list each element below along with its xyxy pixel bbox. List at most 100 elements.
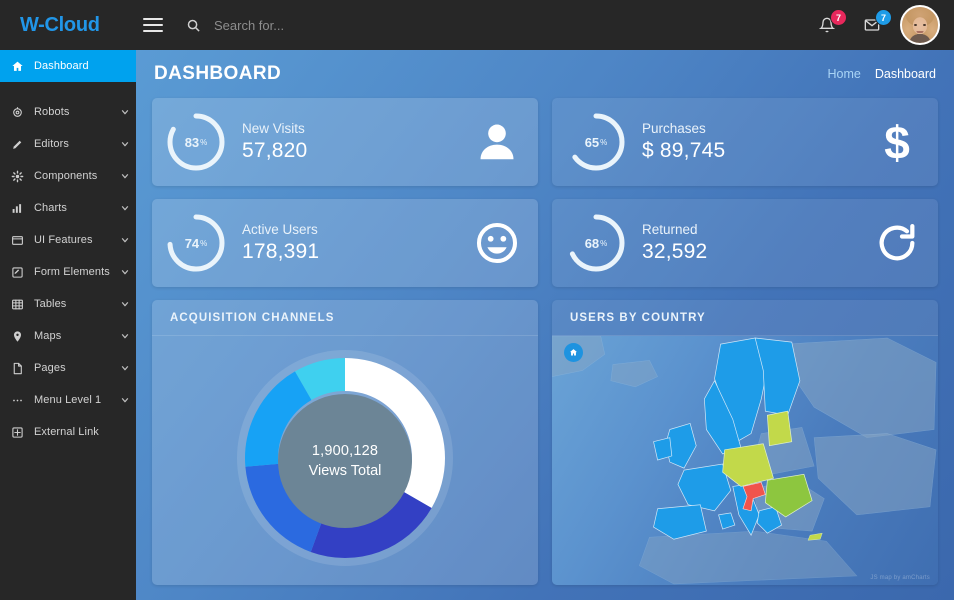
progress-percent: 83%	[164, 110, 228, 174]
sidebar-item-maps[interactable]: Maps	[0, 320, 136, 352]
progress-ring: 74%	[164, 211, 228, 275]
sidebar-item-dashboard[interactable]: Dashboard	[0, 50, 136, 82]
page-title: DASHBOARD	[154, 63, 281, 85]
notifications-button[interactable]: 7	[810, 8, 844, 42]
stat-text: Returned32,592	[642, 221, 874, 265]
sidebar-item-label: Editors	[34, 138, 114, 150]
svg-text:$: $	[884, 119, 910, 165]
breadcrumb-current: Dashboard	[875, 67, 936, 81]
progress-ring: 65%	[564, 110, 628, 174]
sidebar-item-label: Menu Level 1	[34, 394, 114, 406]
search-area	[186, 14, 810, 37]
sidebar-item-menu-level-1[interactable]: Menu Level 1	[0, 384, 136, 416]
gear-icon	[0, 170, 34, 183]
main-content: DASHBOARD Home Dashboard 83% New Visits57…	[136, 50, 954, 600]
chevron-down-icon[interactable]	[114, 363, 136, 373]
stat-text: Purchases$ 89,745	[642, 120, 874, 164]
chevron-down-icon[interactable]	[114, 331, 136, 341]
brand-logo[interactable]: W-Cloud	[0, 0, 136, 50]
percent-symbol: %	[600, 239, 607, 248]
map-home-icon[interactable]	[564, 343, 583, 362]
hamburger-bar	[143, 30, 163, 32]
sidebar-item-robots[interactable]: Robots	[0, 96, 136, 128]
window-icon	[0, 234, 34, 247]
sidebar-item-label: Charts	[34, 202, 114, 214]
europe-map[interactable]: JS map by amCharts	[552, 336, 938, 585]
page-header: DASHBOARD Home Dashboard	[136, 50, 954, 98]
sidebar-item-label: Components	[34, 170, 114, 182]
progress-ring: 68%	[564, 211, 628, 275]
donut-center-label: 1,900,128 Views Total	[278, 394, 412, 528]
notifications-badge: 7	[830, 9, 847, 26]
panel-users-by-country: USERS BY COUNTRY	[552, 300, 938, 585]
stat-label: Active Users	[242, 221, 474, 239]
map-attribution: JS map by amCharts	[870, 575, 930, 581]
table-grid-icon	[0, 298, 34, 311]
sidebar-item-tables[interactable]: Tables	[0, 288, 136, 320]
percent-symbol: %	[200, 138, 207, 147]
chevron-down-icon[interactable]	[114, 107, 136, 117]
chevron-down-icon[interactable]	[114, 395, 136, 405]
sidebar-item-label: Robots	[34, 106, 114, 118]
panel-title-acquisition: ACQUISITION CHANNELS	[152, 300, 538, 336]
progress-percent-value: 65	[585, 135, 599, 150]
bar-chart-icon	[0, 202, 34, 215]
sidebar-item-form-elements[interactable]: Form Elements	[0, 256, 136, 288]
stat-value: 32,592	[642, 239, 874, 265]
sidebar-item-pages[interactable]: Pages	[0, 352, 136, 384]
progress-percent: 65%	[564, 110, 628, 174]
stat-label: Purchases	[642, 120, 874, 138]
search-input[interactable]	[214, 14, 514, 37]
sidebar-item-editors[interactable]: Editors	[0, 128, 136, 160]
sidebar-item-label: Pages	[34, 362, 114, 374]
chevron-down-icon[interactable]	[114, 267, 136, 277]
progress-percent-value: 74	[185, 236, 199, 251]
country-map-body: JS map by amCharts	[552, 336, 938, 585]
stat-card-new-visits[interactable]: 83% New Visits57,820	[152, 98, 538, 186]
chevron-down-icon[interactable]	[114, 203, 136, 213]
messages-button[interactable]: 7	[855, 8, 889, 42]
messages-badge: 7	[875, 9, 892, 26]
chevron-down-icon[interactable]	[114, 235, 136, 245]
stat-text: New Visits57,820	[242, 120, 474, 164]
donut-center-value: 1,900,128	[312, 441, 378, 461]
sidebar-spacer	[0, 82, 136, 89]
sidebar-item-label: Dashboard	[34, 60, 114, 72]
smiley-icon	[474, 220, 520, 266]
percent-symbol: %	[200, 239, 207, 248]
body-row: Dashboard Robots Editors Components Charts UI…	[0, 50, 954, 600]
breadcrumb-home[interactable]: Home	[828, 67, 861, 81]
stat-card-active-users[interactable]: 74% Active Users178,391	[152, 199, 538, 287]
progress-ring: 83%	[164, 110, 228, 174]
progress-percent: 74%	[164, 211, 228, 275]
chevron-down-icon[interactable]	[114, 171, 136, 181]
map-shapes	[552, 336, 938, 585]
map-pin-icon	[0, 330, 34, 343]
sidebar-item-ui-features[interactable]: UI Features	[0, 224, 136, 256]
hamburger-bar	[143, 24, 163, 26]
person-icon	[474, 119, 520, 165]
hamburger-menu-icon[interactable]	[136, 0, 170, 50]
sidebar-item-label: Form Elements	[34, 266, 114, 278]
external-link-icon	[0, 426, 34, 439]
sidebar-item-charts[interactable]: Charts	[0, 192, 136, 224]
donut-chart[interactable]: 1,900,128 Views Total	[231, 344, 459, 577]
chevron-down-icon[interactable]	[114, 139, 136, 149]
sidebar-item-external-link[interactable]: External Link	[0, 416, 136, 448]
stat-card-returned[interactable]: 68% Returned32,592	[552, 199, 938, 287]
stat-card-purchases[interactable]: 65% Purchases$ 89,745$	[552, 98, 938, 186]
ellipsis-icon	[0, 394, 34, 407]
sidebar-item-label: External Link	[34, 426, 114, 438]
avatar-detail	[917, 31, 924, 33]
stat-text: Active Users178,391	[242, 221, 474, 265]
sidebar-item-label: Maps	[34, 330, 114, 342]
search-icon	[186, 18, 201, 33]
stat-value: 178,391	[242, 239, 474, 265]
acquisition-chart-body: 1,900,128 Views Total	[152, 336, 538, 585]
sidebar-nav: Dashboard Robots Editors Components Charts UI…	[0, 50, 136, 448]
sidebar-spacer	[0, 89, 136, 96]
sidebar-item-components[interactable]: Components	[0, 160, 136, 192]
hamburger-bar	[143, 18, 163, 20]
chevron-down-icon[interactable]	[114, 299, 136, 309]
avatar[interactable]	[900, 5, 940, 45]
